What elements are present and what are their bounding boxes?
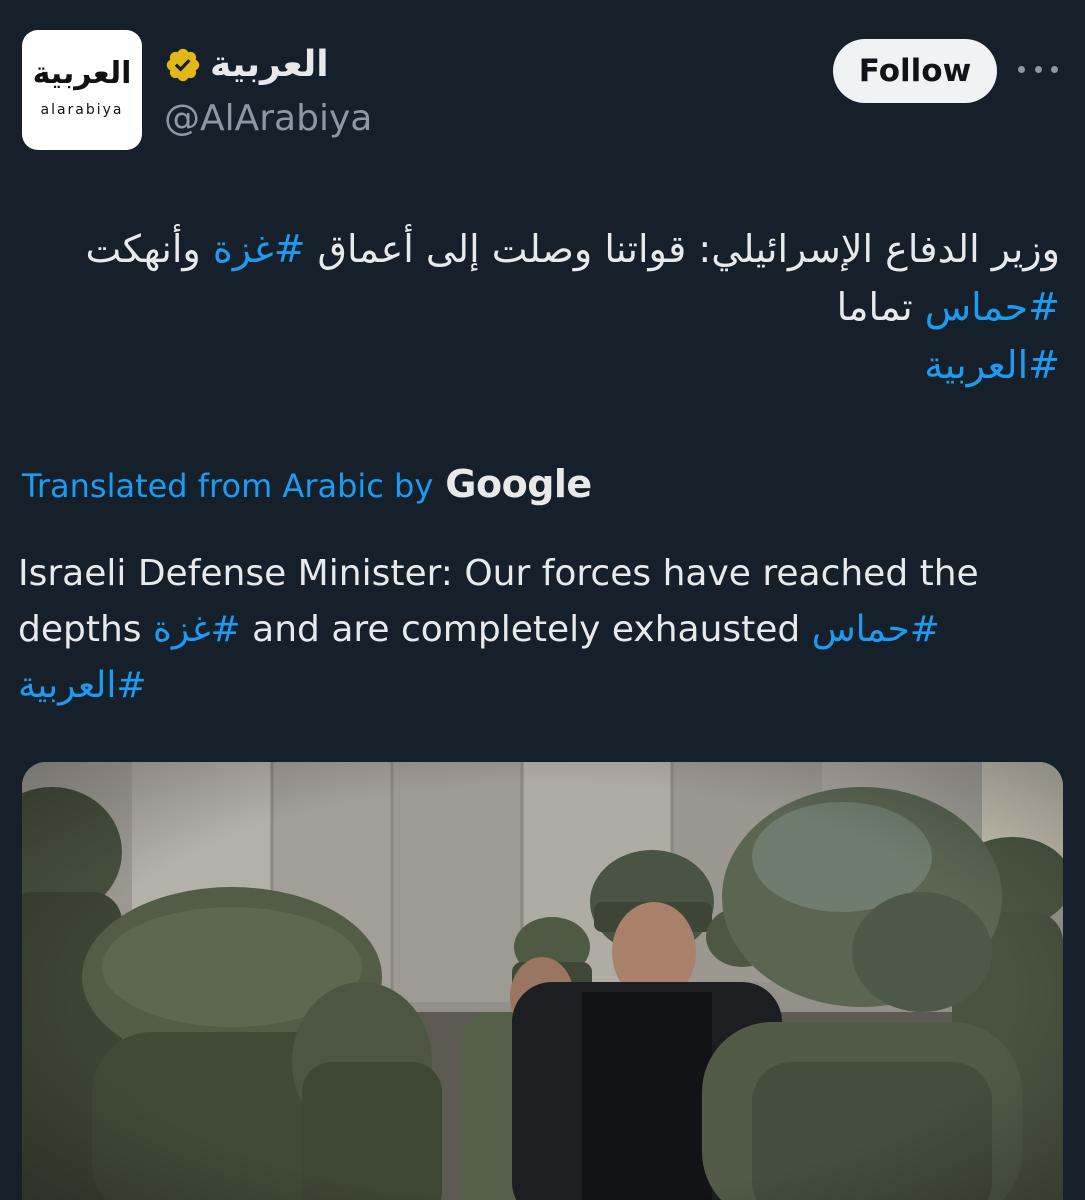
user-handle[interactable]: @AlArabiya: [164, 96, 372, 142]
tweet-page: العربية alarabiya العربية @AlArabiya Fol…: [0, 0, 1085, 1200]
avatar[interactable]: العربية alarabiya: [22, 30, 142, 150]
hashtag-gaza-translated[interactable]: #غزة: [153, 609, 241, 650]
avatar-logo-arabic: العربية: [32, 56, 132, 91]
english-text-segment: and are completely exhausted: [240, 609, 812, 650]
display-name[interactable]: العربية: [210, 42, 329, 88]
hashtag-alarabiya[interactable]: #العربية: [924, 343, 1060, 387]
arabic-text-segment: وأنهكت: [85, 227, 213, 271]
hashtag-alarabiya-translated[interactable]: #العربية: [18, 665, 147, 706]
arabic-line-1: وزير الدفاع الإسرائيلي: قواتنا وصلت إلى …: [20, 220, 1060, 278]
arabic-line-3: #العربية: [20, 336, 1060, 394]
arabic-text-segment: تماما: [836, 285, 925, 329]
hashtag-hamas[interactable]: #حماس: [925, 285, 1060, 329]
hashtag-gaza[interactable]: #غزة: [213, 227, 306, 271]
translated-from-link[interactable]: Translated from Arabic by: [22, 467, 433, 505]
more-options-icon[interactable]: [1018, 54, 1058, 84]
name-row: العربية: [164, 40, 329, 90]
hashtag-hamas-translated[interactable]: #حماس: [812, 609, 940, 650]
tweet-text-english: Israeli Defense Minister: Our forces hav…: [18, 546, 1068, 714]
verified-badge-icon: [166, 48, 200, 82]
google-logo: Google: [445, 462, 592, 506]
arabic-text-segment: وزير الدفاع الإسرائيلي: قواتنا وصلت إلى …: [305, 227, 1060, 271]
avatar-logo-latin: alarabiya: [40, 102, 124, 118]
photo-soldiers-illustration: [22, 762, 1063, 1200]
tweet-media-photo[interactable]: [22, 762, 1063, 1200]
tweet-header: العربية alarabiya العربية @AlArabiya Fol…: [22, 30, 1063, 152]
tweet-text-arabic: وزير الدفاع الإسرائيلي: قواتنا وصلت إلى …: [20, 220, 1060, 394]
arabic-line-2: #حماس تماما: [20, 278, 1060, 336]
translation-attribution: Translated from Arabic by Google: [22, 462, 592, 506]
follow-button[interactable]: Follow: [833, 39, 997, 103]
